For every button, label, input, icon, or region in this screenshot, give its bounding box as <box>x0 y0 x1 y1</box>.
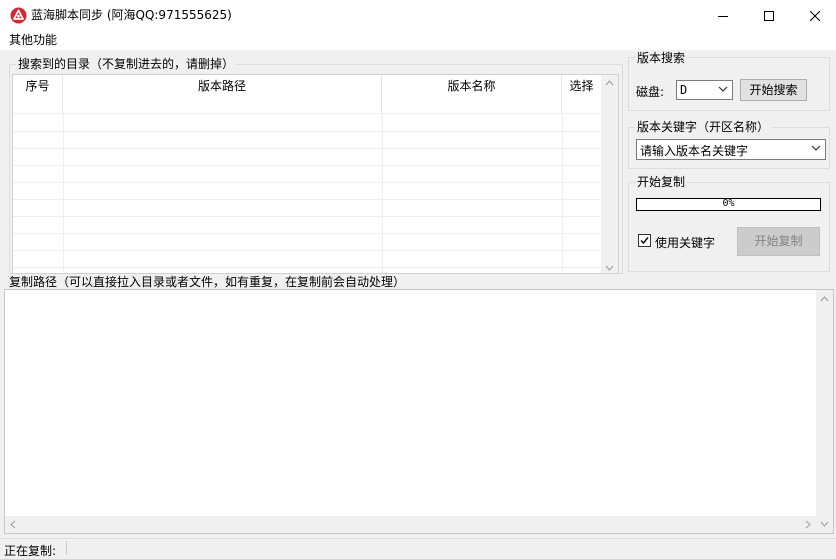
column-header-select[interactable]: 选择 <box>562 75 601 113</box>
maximize-icon <box>764 10 774 21</box>
scroll-down-icon[interactable] <box>605 265 614 271</box>
keyword-combobox[interactable]: 请输入版本名关键字 <box>636 139 826 160</box>
list-vertical-scrollbar[interactable] <box>601 75 618 273</box>
status-copying-label: 正在复制: <box>4 544 57 558</box>
window-title: 蓝海脚本同步 (阿海QQ:971555625) <box>31 8 232 22</box>
use-keyword-checkbox[interactable] <box>638 234 651 247</box>
version-search-group-label: 版本搜索 <box>635 51 688 65</box>
checkmark-icon <box>640 237 649 245</box>
path-horizontal-scrollbar[interactable] <box>5 516 816 533</box>
start-copy-button[interactable]: 开始复制 <box>737 227 820 256</box>
grid-line <box>13 267 601 268</box>
scroll-up-icon[interactable] <box>605 80 614 86</box>
minimize-icon <box>718 15 728 17</box>
copy-path-label: 复制路径（可以直接拉入目录或者文件，如有重复，在复制前会自动处理） <box>9 275 406 289</box>
copy-progress-text: 0% <box>722 198 735 209</box>
keyword-combobox-text: 请输入版本名关键字 <box>640 144 749 158</box>
use-keyword-label[interactable]: 使用关键字 <box>655 234 715 251</box>
column-header-version-name[interactable]: 版本名称 <box>382 75 562 113</box>
directory-list-group-label: 搜索到的目录（不复制进去的，请删掉） <box>16 57 237 71</box>
column-line <box>382 113 383 273</box>
copy-progress-bar: 0% <box>636 198 821 211</box>
scroll-left-icon[interactable] <box>10 520 16 529</box>
chevron-down-icon <box>718 86 728 92</box>
close-button[interactable] <box>792 0 836 31</box>
column-line <box>562 113 563 273</box>
minimize-button[interactable] <box>700 0 746 31</box>
column-header-index[interactable]: 序号 <box>13 75 63 113</box>
column-line <box>63 113 64 273</box>
scroll-down-icon[interactable] <box>820 521 829 527</box>
grid-line <box>13 216 601 217</box>
status-divider <box>66 541 67 555</box>
disk-select-value: D <box>680 83 688 97</box>
status-bar: 正在复制: <box>0 538 836 558</box>
scroll-up-icon[interactable] <box>820 296 829 302</box>
disk-select[interactable]: D <box>676 80 733 100</box>
copy-path-textarea[interactable] <box>4 289 834 534</box>
title-bar: 蓝海脚本同步 (阿海QQ:971555625) <box>0 0 836 31</box>
path-vertical-scrollbar[interactable] <box>816 290 833 533</box>
chevron-down-icon <box>811 145 821 151</box>
app-logo-icon <box>10 7 27 24</box>
scroll-right-icon[interactable] <box>805 520 811 529</box>
maximize-button[interactable] <box>746 0 792 31</box>
menu-bar: 其他功能 <box>0 31 836 50</box>
menu-item-other-functions[interactable]: 其他功能 <box>9 33 57 48</box>
grid-line <box>13 199 601 200</box>
disk-label: 磁盘: <box>636 85 665 99</box>
grid-line <box>13 233 601 234</box>
version-keyword-group-label: 版本关键字（开区名称） <box>635 120 772 134</box>
grid-line <box>13 131 601 132</box>
column-header-version-path[interactable]: 版本路径 <box>63 75 382 113</box>
close-icon <box>810 10 820 21</box>
grid-line <box>13 165 601 166</box>
directory-list-view[interactable]: 序号 版本路径 版本名称 选择 <box>12 74 619 274</box>
start-search-button[interactable]: 开始搜索 <box>740 79 807 101</box>
start-copy-group-label: 开始复制 <box>635 175 688 189</box>
grid-line <box>13 182 601 183</box>
grid-line <box>13 113 601 114</box>
grid-line <box>13 250 601 251</box>
grid-line <box>13 148 601 149</box>
